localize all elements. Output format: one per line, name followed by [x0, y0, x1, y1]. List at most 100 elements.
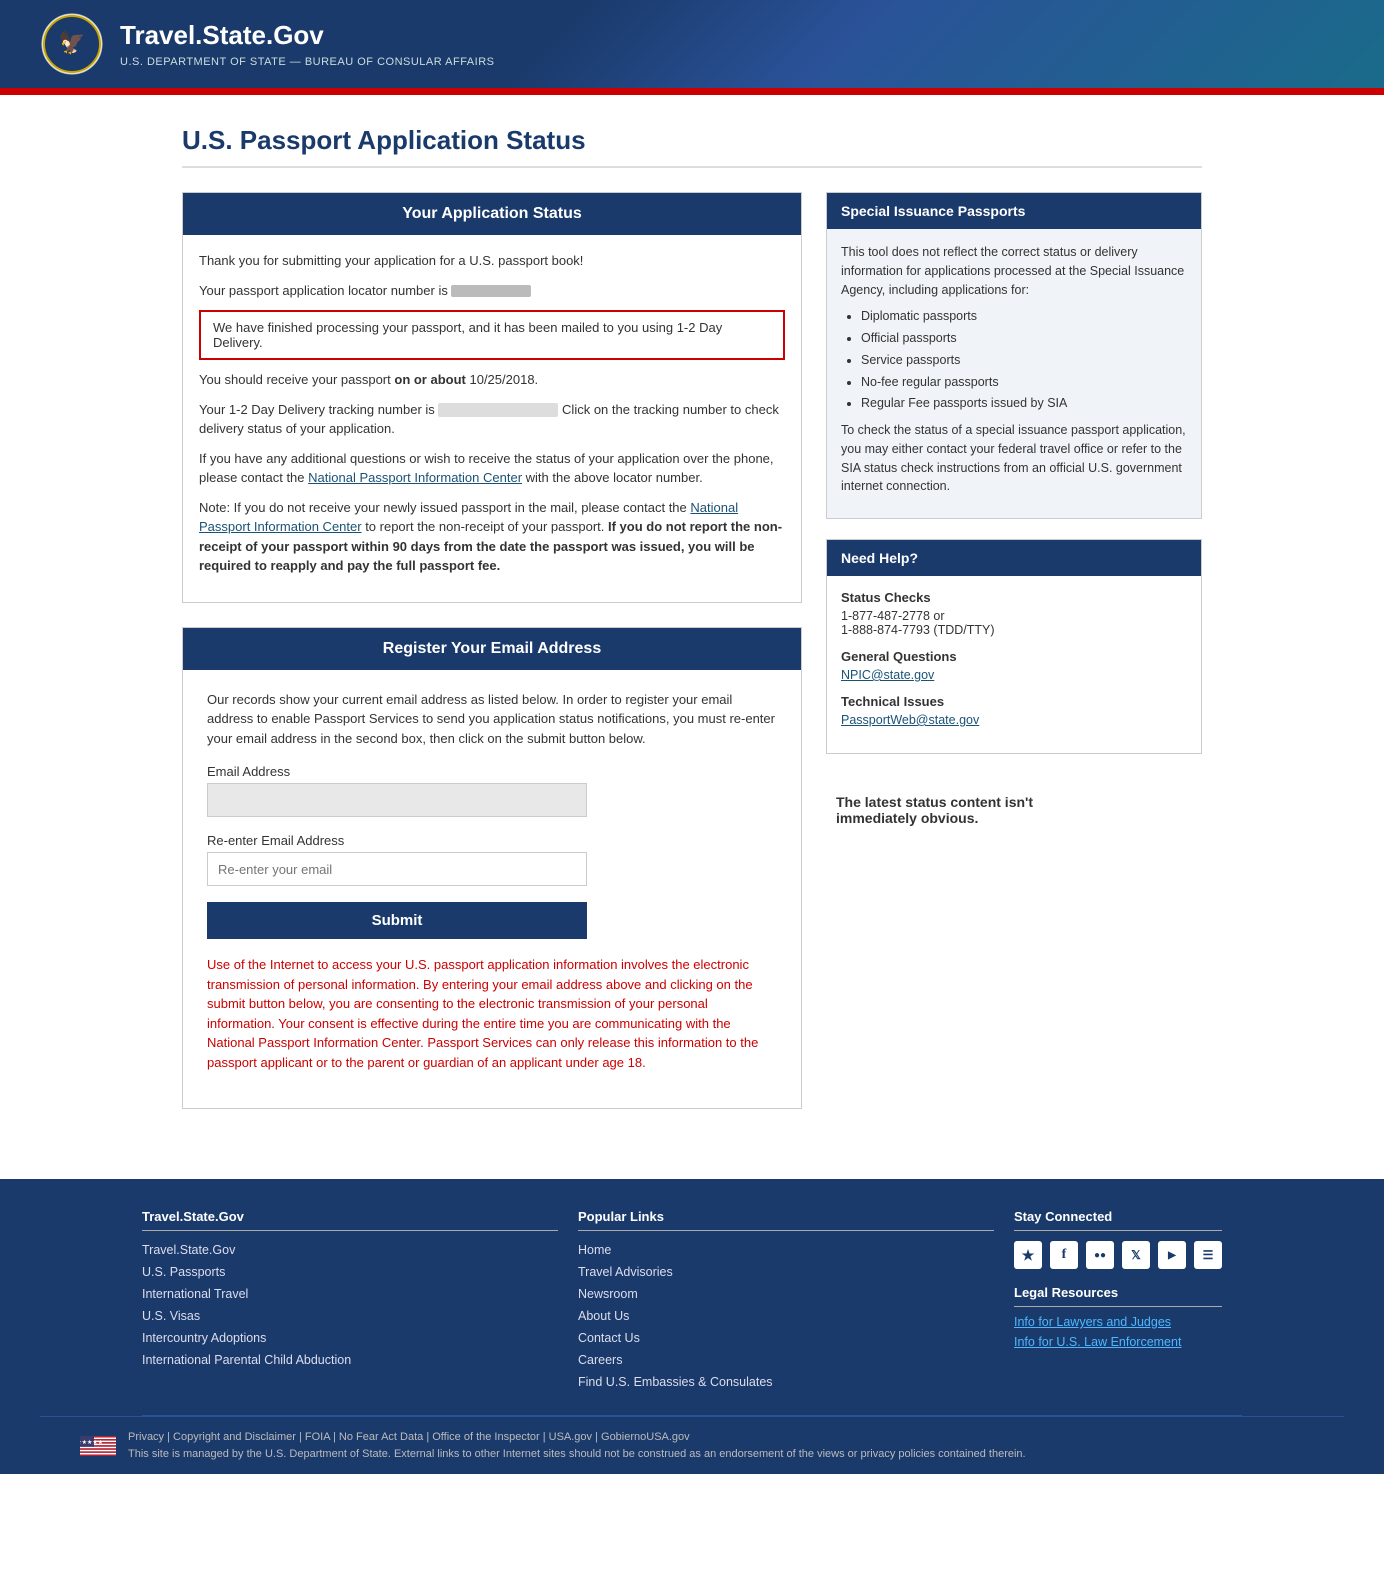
- tracking-number-masked: [438, 403, 558, 417]
- list-item: Service passports: [861, 351, 1187, 370]
- need-help-heading: Need Help?: [827, 540, 1201, 576]
- footer-col-popular: Popular Links Home Travel Advisories New…: [578, 1209, 1014, 1395]
- footer-col2-title: Popular Links: [578, 1209, 994, 1231]
- phone2: 1-888-874-7793 (TDD/TTY): [841, 623, 1187, 637]
- special-issuance-box: Special Issuance Passports This tool doe…: [826, 192, 1202, 519]
- email-address-input[interactable]: [207, 783, 587, 817]
- list-item: Contact Us: [578, 1329, 994, 1345]
- status-highlight-box: We have finished processing your passpor…: [199, 310, 785, 360]
- footer-col3-title: Stay Connected: [1014, 1209, 1222, 1231]
- status-box-body: Thank you for submitting your applicatio…: [183, 235, 801, 602]
- list-item: U.S. Passports: [142, 1263, 558, 1279]
- list-item: No-fee regular passports: [861, 373, 1187, 392]
- list-item: International Parental Child Abduction: [142, 1351, 558, 1367]
- flickr-icon[interactable]: ●●: [1086, 1241, 1114, 1269]
- svg-text:🦅: 🦅: [58, 29, 85, 55]
- phone1: 1-877-487-2778 or: [841, 609, 1187, 623]
- youtube-icon[interactable]: ▶: [1158, 1241, 1186, 1269]
- locator-number-masked: [451, 285, 531, 297]
- facebook-icon[interactable]: f: [1050, 1241, 1078, 1269]
- legal-resources-title: Legal Resources: [1014, 1285, 1222, 1307]
- email-address-group: Email Address: [207, 764, 587, 817]
- status-para3: You should receive your passport on or a…: [199, 370, 785, 390]
- list-item: Diplomatic passports: [861, 307, 1187, 326]
- list-item: Travel.State.Gov: [142, 1241, 558, 1257]
- status-checks-title: Status Checks: [841, 590, 1187, 605]
- list-item: U.S. Visas: [142, 1307, 558, 1323]
- footer-col2-list: Home Travel Advisories Newsroom About Us…: [578, 1241, 994, 1389]
- special-issuance-list: Diplomatic passports Official passports …: [841, 307, 1187, 413]
- special-issuance-body-text: This tool does not reflect the correct s…: [841, 243, 1187, 299]
- svg-text:★★★★★★: ★★★★★★: [80, 1439, 103, 1446]
- reenter-label: Re-enter Email Address: [207, 833, 587, 848]
- email-registration-box: Register Your Email Address Our records …: [182, 627, 802, 1110]
- footer-col-travel: Travel.State.Gov Travel.State.Gov U.S. P…: [142, 1209, 578, 1395]
- list-item: International Travel: [142, 1285, 558, 1301]
- submit-button[interactable]: Submit: [207, 902, 587, 939]
- star-icon[interactable]: ★: [1014, 1241, 1042, 1269]
- application-status-box: Your Application Status Thank you for su…: [182, 192, 802, 603]
- site-subtitle: U.S. DEPARTMENT OF STATE — BUREAU OF CON…: [120, 56, 494, 68]
- general-questions-section: General Questions NPIC@state.gov: [841, 649, 1187, 682]
- right-column: Special Issuance Passports This tool doe…: [826, 192, 1202, 826]
- lawyers-judges-link[interactable]: Info for Lawyers and Judges: [1014, 1315, 1222, 1329]
- site-title: Travel.State.Gov: [120, 20, 494, 51]
- list-item: Find U.S. Embassies & Consulates: [578, 1373, 994, 1389]
- list-item: Newsroom: [578, 1285, 994, 1301]
- site-footer: Travel.State.Gov Travel.State.Gov U.S. P…: [0, 1179, 1384, 1474]
- main-content: U.S. Passport Application Status Your Ap…: [142, 95, 1242, 1139]
- page-title: U.S. Passport Application Status: [182, 125, 1202, 168]
- footer-col-social: Stay Connected ★ f ●● 𝕏 ▶ ☰ Legal Resour…: [1014, 1209, 1242, 1395]
- general-questions-title: General Questions: [841, 649, 1187, 664]
- law-enforcement-link[interactable]: Info for U.S. Law Enforcement: [1014, 1335, 1222, 1349]
- npic-link-1[interactable]: National Passport Information Center: [308, 470, 522, 485]
- list-item: About Us: [578, 1307, 994, 1323]
- list-item: Careers: [578, 1351, 994, 1367]
- list-item: Regular Fee passports issued by SIA: [861, 394, 1187, 413]
- footer-bottom-bar: ★★★★★★ Privacy | Copyright and Disclaime…: [40, 1416, 1344, 1474]
- us-flag-icon: ★★★★★★: [80, 1436, 116, 1456]
- footer-columns: Travel.State.Gov Travel.State.Gov U.S. P…: [142, 1209, 1242, 1416]
- site-logo: 🦅: [40, 12, 104, 76]
- footer-bottom-text: Privacy | Copyright and Disclaimer | FOI…: [128, 1429, 1026, 1462]
- status-para5: If you have any additional questions or …: [199, 449, 785, 488]
- social-icons-group: ★ f ●● 𝕏 ▶ ☰: [1014, 1241, 1222, 1269]
- list-item: Official passports: [861, 329, 1187, 348]
- email-box-body: Our records show your current email addr…: [183, 670, 801, 1109]
- email-description: Our records show your current email addr…: [207, 690, 777, 749]
- rss-icon[interactable]: ☰: [1194, 1241, 1222, 1269]
- twitter-icon[interactable]: 𝕏: [1122, 1241, 1150, 1269]
- technical-issues-section: Technical Issues PassportWeb@state.gov: [841, 694, 1187, 727]
- footer-disclaimer: This site is managed by the U.S. Departm…: [128, 1446, 1026, 1463]
- left-column: Your Application Status Thank you for su…: [182, 192, 802, 1109]
- site-header: 🦅 Travel.State.Gov U.S. DEPARTMENT OF ST…: [0, 0, 1384, 91]
- special-issuance-body: This tool does not reflect the correct s…: [827, 229, 1201, 518]
- reenter-email-input[interactable]: [207, 852, 587, 886]
- status-para1: Thank you for submitting your applicatio…: [199, 251, 785, 271]
- header-text: Travel.State.Gov U.S. DEPARTMENT OF STAT…: [120, 20, 494, 67]
- footer-links-line: Privacy | Copyright and Disclaimer | FOI…: [128, 1429, 1026, 1446]
- annotation-text: The latest status content isn't immediat…: [826, 794, 1202, 826]
- email-box-heading: Register Your Email Address: [183, 628, 801, 670]
- footer-col1-title: Travel.State.Gov: [142, 1209, 558, 1231]
- footer-col1-list: Travel.State.Gov U.S. Passports Internat…: [142, 1241, 558, 1367]
- reenter-email-group: Re-enter Email Address: [207, 833, 587, 886]
- need-help-body: Status Checks 1-877-487-2778 or 1-888-87…: [827, 576, 1201, 753]
- status-para4: Your 1-2 Day Delivery tracking number is…: [199, 400, 785, 439]
- need-help-box: Need Help? Status Checks 1-877-487-2778 …: [826, 539, 1202, 754]
- list-item: Intercountry Adoptions: [142, 1329, 558, 1345]
- status-box-heading: Your Application Status: [183, 193, 801, 235]
- content-columns: Your Application Status Thank you for su…: [182, 192, 1202, 1109]
- email-label: Email Address: [207, 764, 587, 779]
- npic-email-link[interactable]: NPIC@state.gov: [841, 668, 934, 682]
- list-item: Home: [578, 1241, 994, 1257]
- technical-issues-title: Technical Issues: [841, 694, 1187, 709]
- passportweb-email-link[interactable]: PassportWeb@state.gov: [841, 713, 979, 727]
- status-para2: Your passport application locator number…: [199, 281, 785, 301]
- status-note: Note: If you do not receive your newly i…: [199, 498, 785, 576]
- list-item: Travel Advisories: [578, 1263, 994, 1279]
- status-checks-section: Status Checks 1-877-487-2778 or 1-888-87…: [841, 590, 1187, 637]
- privacy-notice: Use of the Internet to access your U.S. …: [207, 955, 777, 1072]
- special-issuance-heading: Special Issuance Passports: [827, 193, 1201, 229]
- special-issuance-footer: To check the status of a special issuanc…: [841, 421, 1187, 496]
